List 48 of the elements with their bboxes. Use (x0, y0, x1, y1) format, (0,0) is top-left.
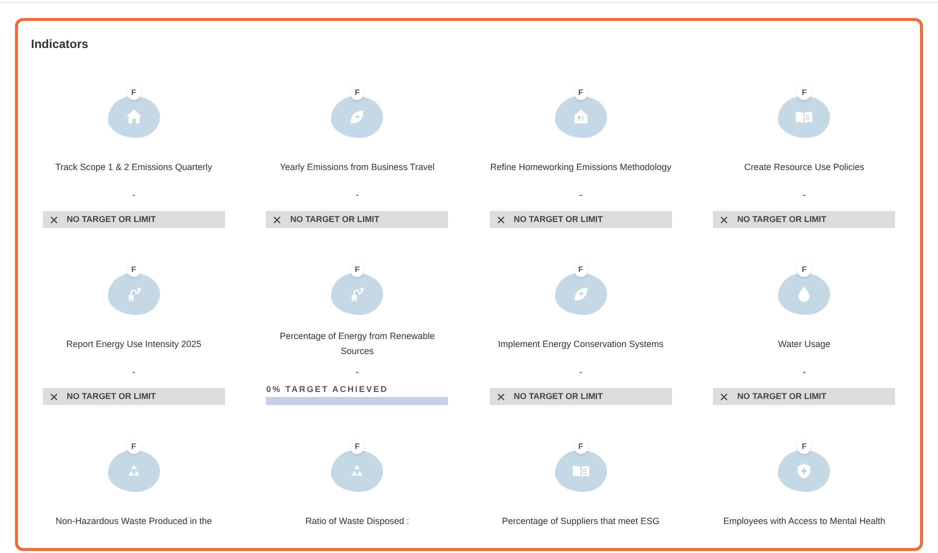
category-badge: F (126, 440, 141, 454)
indicator-title[interactable]: Water Usage (778, 336, 830, 352)
indicator-value: - (132, 367, 136, 379)
indicator-title[interactable]: Track Scope 1 & 2 Emissions Quarterly (55, 160, 212, 174)
cross-icon (273, 216, 282, 224)
category-badge: F (350, 263, 364, 277)
indicator-value: - (356, 190, 359, 202)
status-label: NO TARGET OR LIMIT (66, 390, 156, 403)
status-label: NO TARGET OR LIMIT (737, 213, 826, 226)
indicator-title[interactable]: Refine Homeworking Emissions Methodology (490, 160, 672, 174)
indicator-title[interactable]: Percentage of Suppliers that meet ESG (502, 514, 660, 528)
indicator-title[interactable]: Non-Hazardous Waste Produced in the (56, 514, 212, 528)
category-badge: F (797, 86, 812, 100)
status-label: NO TARGET OR LIMIT (514, 390, 603, 403)
indicator-title[interactable]: Yearly Emissions from Business Travel (280, 160, 435, 174)
indicator-value: - (802, 190, 806, 202)
category-badge: F (797, 440, 812, 454)
indicator-title[interactable]: Create Resource Use Policies (744, 160, 864, 174)
category-badge: F (574, 263, 588, 277)
category-badge: F (574, 440, 588, 454)
status-label: NO TARGET OR LIMIT (290, 213, 380, 226)
panel-title: Indicators (31, 36, 88, 53)
cross-icon (50, 216, 58, 224)
indicator-value: - (356, 367, 359, 379)
status-label: NO TARGET OR LIMIT (66, 213, 156, 226)
progress-label: 0% TARGET ACHIEVED (266, 384, 388, 395)
indicator-title[interactable]: Report Energy Use Intensity 2025 (66, 336, 202, 352)
status-label: NO TARGET OR LIMIT (737, 390, 826, 403)
indicator-title[interactable]: Percentage of Energy from Renewable Sources (262, 329, 452, 359)
category-badge: F (126, 263, 141, 277)
cross-icon (496, 392, 505, 400)
indicator-value: - (579, 367, 582, 379)
indicator-title[interactable]: Ratio of Waste Disposed : (305, 514, 410, 528)
category-badge: F (574, 86, 588, 100)
cross-icon (720, 216, 728, 224)
indicator-title[interactable]: Implement Energy Conservation Systems (498, 336, 664, 352)
category-badge: F (126, 86, 141, 100)
indicator-value: - (579, 190, 582, 202)
indicator-value: - (802, 367, 806, 379)
cross-icon (496, 216, 505, 224)
cross-icon (720, 392, 728, 400)
category-badge: F (350, 86, 364, 100)
category-badge: F (350, 440, 364, 454)
cross-icon (50, 392, 58, 400)
indicator-title[interactable]: Employees with Access to Mental Health (723, 514, 886, 528)
category-badge: F (797, 263, 812, 277)
status-label: NO TARGET OR LIMIT (514, 213, 603, 226)
indicator-value: - (132, 190, 136, 202)
